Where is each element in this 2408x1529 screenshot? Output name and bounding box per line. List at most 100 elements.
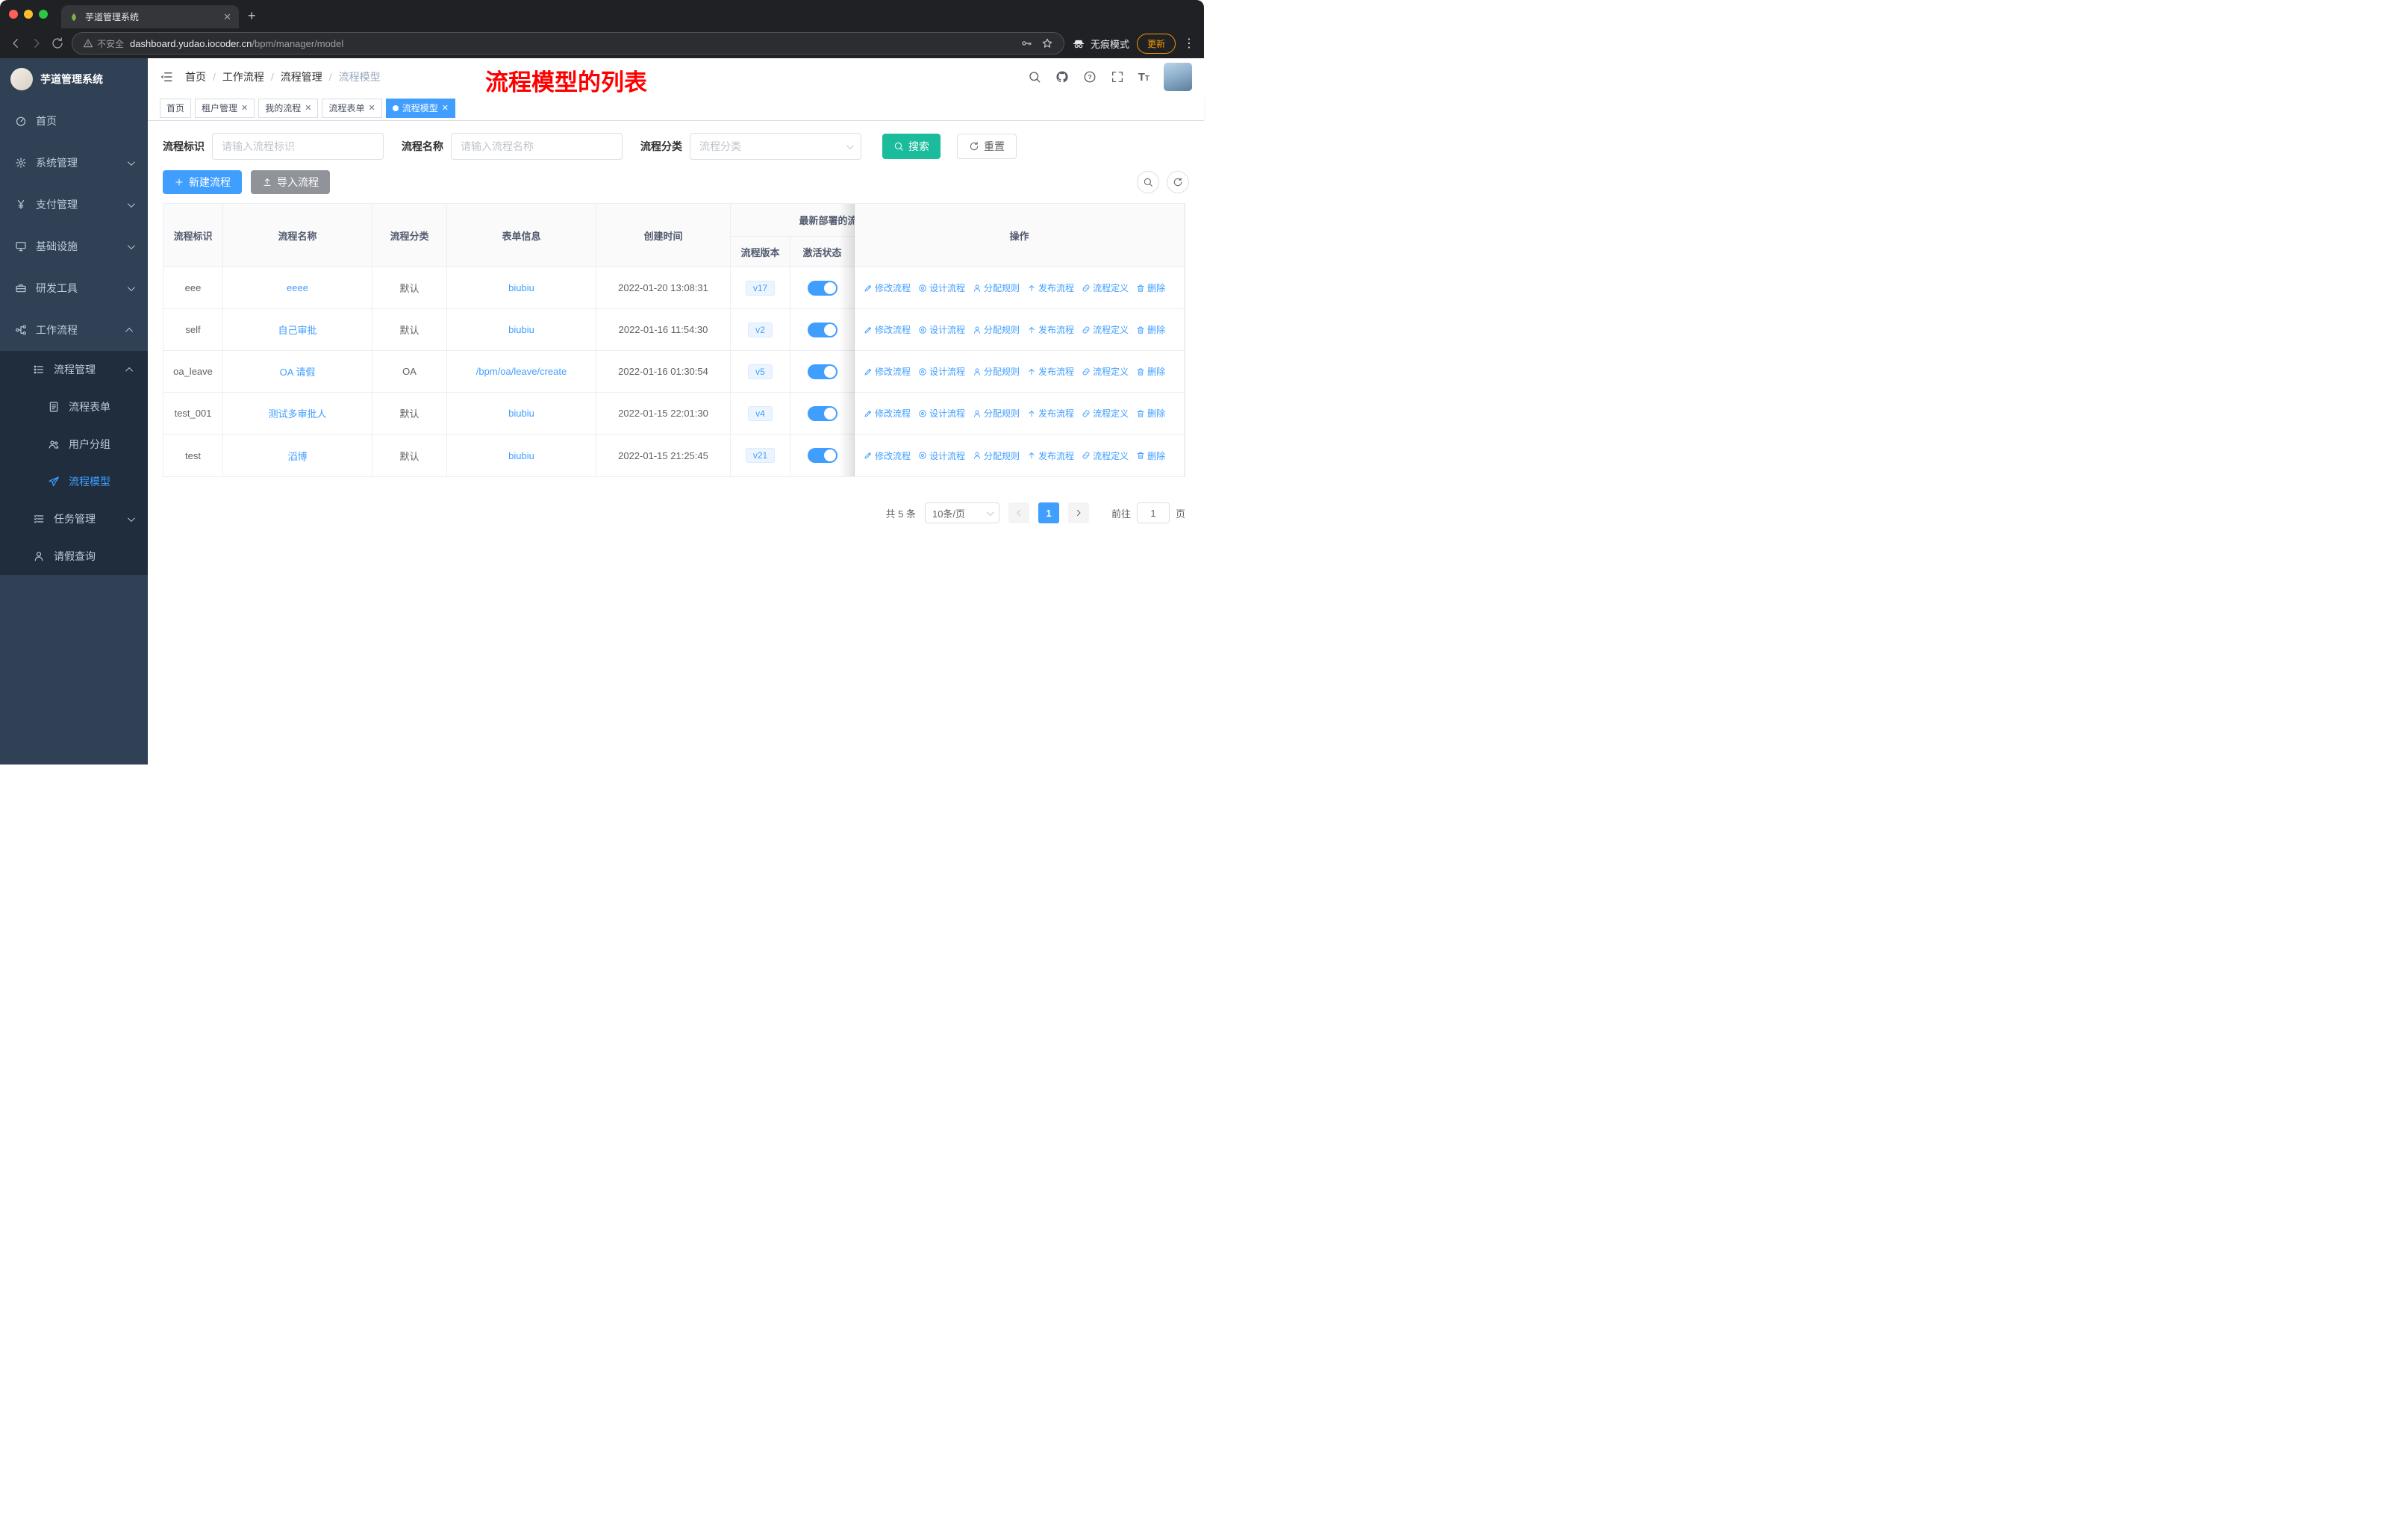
back-button[interactable]: [9, 37, 22, 50]
sidebar-item-infra[interactable]: 基础设施: [0, 225, 148, 267]
design-process-action[interactable]: 设计流程: [918, 323, 965, 336]
model-name-link[interactable]: 自己审批: [278, 323, 316, 337]
assign-rule-action[interactable]: 分配规则: [973, 365, 1020, 378]
chrome-update-button[interactable]: 更新: [1136, 33, 1176, 54]
address-bar[interactable]: 不安全 dashboard.yudao.iocoder.cn/bpm/manag…: [72, 32, 1064, 55]
form-info-link[interactable]: /bpm/oa/leave/create: [476, 366, 567, 377]
tag-process-form[interactable]: 流程表单 ✕: [322, 98, 382, 118]
sidebar-item-process-management[interactable]: 流程管理: [0, 351, 148, 388]
breadcrumb-item[interactable]: 工作流程: [222, 69, 264, 84]
sidebar-item-home[interactable]: 首页: [0, 100, 148, 142]
edit-process-action[interactable]: 修改流程: [864, 323, 911, 336]
tag-process-model[interactable]: 流程模型 ✕: [385, 98, 455, 118]
process-definition-action[interactable]: 流程定义: [1082, 281, 1129, 294]
model-name-link[interactable]: eeee: [287, 282, 308, 293]
window-controls[interactable]: [9, 0, 48, 28]
tag-my-process[interactable]: 我的流程 ✕: [258, 98, 319, 118]
collapse-sidebar-icon[interactable]: [160, 70, 173, 84]
tab-close-icon[interactable]: ✕: [223, 11, 231, 23]
minimize-window-button[interactable]: [24, 10, 33, 19]
close-window-button[interactable]: [9, 10, 18, 19]
search-icon[interactable]: [1028, 70, 1041, 84]
sidebar-item-process-model[interactable]: 流程模型: [0, 463, 148, 500]
browser-tab[interactable]: 芋道管理系统 ✕: [61, 5, 239, 28]
assign-rule-action[interactable]: 分配规则: [973, 281, 1020, 294]
process-definition-action[interactable]: 流程定义: [1082, 323, 1129, 336]
form-info-link[interactable]: biubiu: [508, 408, 534, 419]
edit-process-action[interactable]: 修改流程: [864, 449, 911, 462]
help-icon[interactable]: ?: [1083, 70, 1097, 84]
edit-process-action[interactable]: 修改流程: [864, 407, 911, 420]
sidebar-item-system[interactable]: 系统管理: [0, 142, 148, 184]
delete-process-action[interactable]: 删除: [1136, 323, 1165, 336]
sidebar-item-leave-query[interactable]: 请假查询: [0, 538, 148, 575]
reset-button[interactable]: 重置: [957, 134, 1017, 159]
breadcrumb-item[interactable]: 首页: [185, 69, 206, 84]
sidebar-item-task-management[interactable]: 任务管理: [0, 500, 148, 538]
form-info-link[interactable]: biubiu: [508, 324, 534, 335]
publish-process-action[interactable]: 发布流程: [1027, 323, 1074, 336]
site-security-indicator[interactable]: 不安全: [83, 37, 124, 50]
assign-rule-action[interactable]: 分配规则: [973, 407, 1020, 420]
edit-process-action[interactable]: 修改流程: [864, 281, 911, 294]
delete-process-action[interactable]: 删除: [1136, 365, 1165, 378]
process-definition-action[interactable]: 流程定义: [1082, 407, 1129, 420]
breadcrumb-item[interactable]: 流程管理: [281, 69, 322, 84]
close-icon[interactable]: ✕: [305, 103, 311, 113]
user-avatar[interactable]: [1164, 63, 1192, 91]
delete-process-action[interactable]: 删除: [1136, 407, 1165, 420]
model-name-link[interactable]: 滔博: [287, 449, 307, 463]
delete-process-action[interactable]: 删除: [1136, 449, 1165, 462]
zoom-window-button[interactable]: [39, 10, 48, 19]
tag-home[interactable]: 首页: [160, 98, 192, 118]
active-toggle[interactable]: [807, 448, 838, 463]
new-tab-button[interactable]: +: [248, 8, 256, 28]
publish-process-action[interactable]: 发布流程: [1027, 407, 1074, 420]
process-definition-action[interactable]: 流程定义: [1082, 449, 1129, 462]
password-key-icon[interactable]: [1020, 37, 1032, 49]
design-process-action[interactable]: 设计流程: [918, 281, 965, 294]
publish-process-action[interactable]: 发布流程: [1027, 449, 1074, 462]
tag-tenant[interactable]: 租户管理 ✕: [195, 98, 255, 118]
edit-process-action[interactable]: 修改流程: [864, 365, 911, 378]
reload-button[interactable]: [51, 37, 64, 50]
close-icon[interactable]: ✕: [241, 103, 248, 113]
design-process-action[interactable]: 设计流程: [918, 407, 965, 420]
process-id-input[interactable]: [212, 133, 384, 160]
category-select[interactable]: 流程分类: [690, 133, 861, 160]
assign-rule-action[interactable]: 分配规则: [973, 449, 1020, 462]
close-icon[interactable]: ✕: [369, 103, 375, 113]
sidebar-item-process-form[interactable]: 流程表单: [0, 388, 148, 426]
publish-process-action[interactable]: 发布流程: [1027, 281, 1074, 294]
prev-page-button[interactable]: [1008, 502, 1029, 523]
active-toggle[interactable]: [807, 322, 838, 337]
delete-process-action[interactable]: 删除: [1136, 281, 1165, 294]
model-name-link[interactable]: OA 请假: [280, 364, 316, 379]
page-size-select[interactable]: 10条/页: [924, 502, 999, 523]
browser-menu-icon[interactable]: ⋮: [1183, 36, 1195, 51]
next-page-button[interactable]: [1067, 502, 1089, 523]
process-definition-action[interactable]: 流程定义: [1082, 365, 1129, 378]
toggle-search-button[interactable]: [1137, 171, 1159, 193]
active-toggle[interactable]: [807, 405, 838, 421]
active-toggle[interactable]: [807, 364, 838, 379]
page-number-current[interactable]: 1: [1038, 502, 1059, 523]
publish-process-action[interactable]: 发布流程: [1027, 365, 1074, 378]
import-process-button[interactable]: 导入流程: [251, 170, 330, 194]
refresh-table-button[interactable]: [1167, 171, 1189, 193]
process-name-input[interactable]: [451, 133, 623, 160]
close-icon[interactable]: ✕: [442, 103, 449, 113]
design-process-action[interactable]: 设计流程: [918, 449, 965, 462]
active-toggle[interactable]: [807, 280, 838, 296]
github-icon[interactable]: [1055, 70, 1069, 84]
sidebar-item-workflow[interactable]: 工作流程: [0, 309, 148, 351]
sidebar-item-payment[interactable]: 支付管理: [0, 184, 148, 225]
forward-button[interactable]: [30, 37, 43, 50]
form-info-link[interactable]: biubiu: [508, 450, 534, 461]
goto-page-input[interactable]: [1136, 502, 1170, 523]
font-size-icon[interactable]: TT: [1138, 71, 1150, 84]
model-name-link[interactable]: 测试多审批人: [268, 406, 326, 420]
sidebar-item-user-group[interactable]: 用户分组: [0, 426, 148, 463]
app-logo[interactable]: 芋道管理系统: [0, 58, 148, 100]
sidebar-item-devtools[interactable]: 研发工具: [0, 267, 148, 309]
